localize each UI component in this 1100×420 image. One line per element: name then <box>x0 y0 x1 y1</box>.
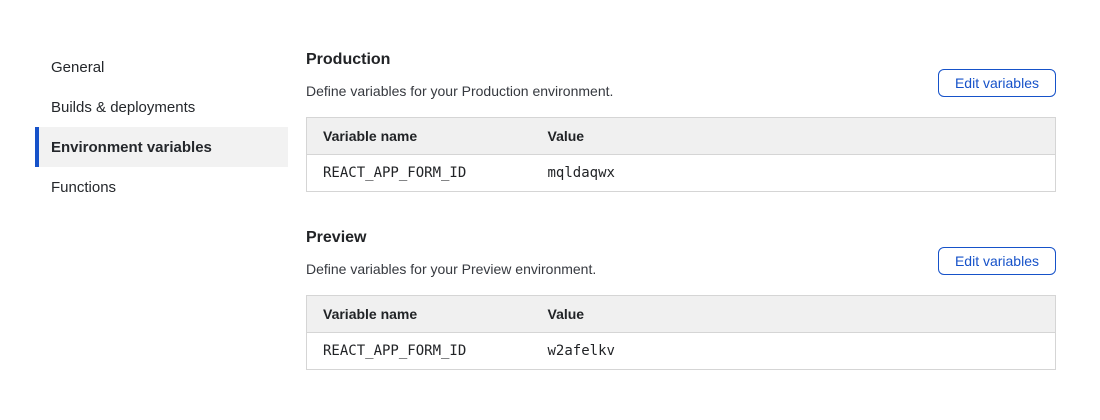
sidebar-item-label: Builds & deployments <box>51 99 195 116</box>
sidebar-item-builds-deployments[interactable]: Builds & deployments <box>35 87 288 127</box>
production-section: Production Define variables for your Pro… <box>306 50 1056 192</box>
sidebar-item-label: General <box>51 59 104 76</box>
column-header-value: Value <box>532 118 1056 155</box>
production-section-header: Production Define variables for your Pro… <box>306 50 1056 99</box>
table-header-row: Variable name Value <box>307 296 1056 333</box>
production-description: Define variables for your Production env… <box>306 83 613 99</box>
production-edit-variables-button[interactable]: Edit variables <box>938 69 1056 97</box>
column-header-value: Value <box>532 296 1056 333</box>
table-row: REACT_APP_FORM_ID mqldaqwx <box>307 155 1056 192</box>
variable-name-cell: REACT_APP_FORM_ID <box>307 155 532 192</box>
preview-section: Preview Define variables for your Previe… <box>306 228 1056 370</box>
sidebar-item-general[interactable]: General <box>35 47 288 87</box>
environment-variables-content: Production Define variables for your Pro… <box>306 0 1056 370</box>
settings-sidebar: General Builds & deployments Environment… <box>35 47 288 370</box>
variable-value-cell: w2afelkv <box>532 333 1056 370</box>
variable-name-cell: REACT_APP_FORM_ID <box>307 333 532 370</box>
settings-page: General Builds & deployments Environment… <box>0 0 1100 370</box>
preview-section-header: Preview Define variables for your Previe… <box>306 228 1056 277</box>
preview-title: Preview <box>306 228 596 248</box>
column-header-variable-name: Variable name <box>307 296 532 333</box>
sidebar-item-label: Environment variables <box>51 139 212 156</box>
column-header-variable-name: Variable name <box>307 118 532 155</box>
preview-header-text: Preview Define variables for your Previe… <box>306 228 596 277</box>
production-header-text: Production Define variables for your Pro… <box>306 50 613 99</box>
preview-description: Define variables for your Preview enviro… <box>306 261 596 277</box>
sidebar-item-functions[interactable]: Functions <box>35 167 288 207</box>
table-row: REACT_APP_FORM_ID w2afelkv <box>307 333 1056 370</box>
sidebar-item-label: Functions <box>51 179 116 196</box>
sidebar-item-environment-variables[interactable]: Environment variables <box>35 127 288 167</box>
table-header-row: Variable name Value <box>307 118 1056 155</box>
preview-variables-table: Variable name Value REACT_APP_FORM_ID w2… <box>306 295 1056 370</box>
production-variables-table: Variable name Value REACT_APP_FORM_ID mq… <box>306 117 1056 192</box>
variable-value-cell: mqldaqwx <box>532 155 1056 192</box>
production-title: Production <box>306 50 613 70</box>
preview-edit-variables-button[interactable]: Edit variables <box>938 247 1056 275</box>
